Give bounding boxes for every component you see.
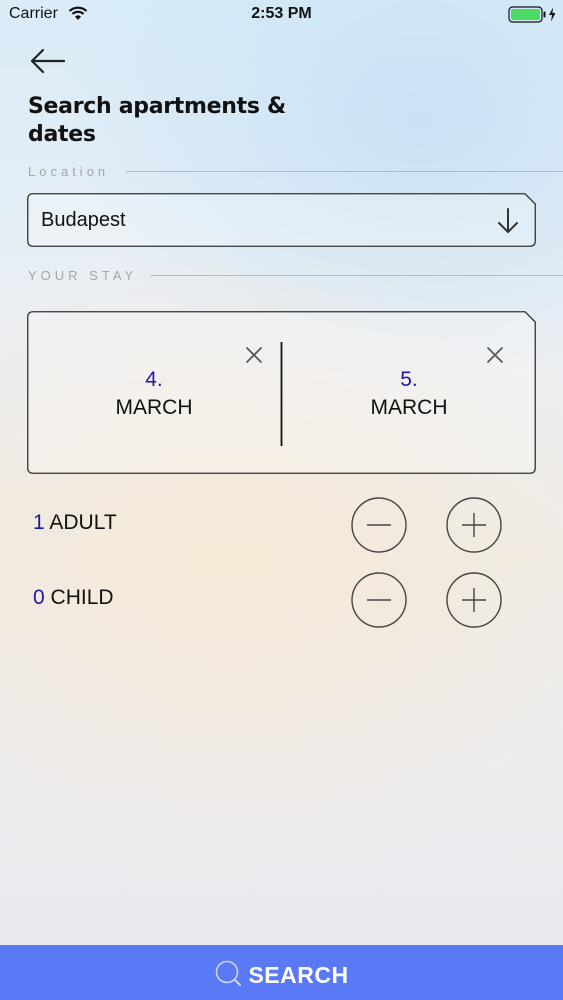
adult-decrement-button[interactable] — [351, 497, 407, 553]
location-divider — [126, 171, 563, 172]
adult-counter-label: 1 ADULT — [33, 511, 117, 535]
child-count: 0 — [33, 586, 45, 609]
child-counter-label: 0 CHILD — [33, 586, 114, 610]
adult-count: 1 — [33, 511, 45, 534]
check-in-month: MARCH — [115, 396, 193, 419]
status-bar: Carrier 2:53 PM — [0, 0, 563, 30]
location-section-label: Location — [28, 164, 110, 179]
check-out-month: MARCH — [370, 396, 448, 419]
clock: 2:53 PM — [251, 5, 312, 22]
clear-check-in-button[interactable] — [242, 343, 266, 367]
check-out-day: 5. — [400, 368, 418, 391]
close-icon — [246, 347, 262, 363]
adult-increment-button[interactable] — [446, 497, 502, 553]
child-counter: 0 CHILD — [33, 572, 533, 628]
adult-counter: 1 ADULT — [33, 497, 533, 553]
check-out-date[interactable]: 5. MARCH — [282, 311, 536, 474]
stay-section-label: YOUR STAY — [28, 268, 138, 283]
plus-icon — [446, 497, 502, 553]
close-icon — [487, 347, 503, 363]
date-range-picker: 4. MARCH 5. MARCH — [27, 311, 536, 474]
clear-check-out-button[interactable] — [483, 343, 507, 367]
child-decrement-button[interactable] — [351, 572, 407, 628]
page-title: Search apartments & dates — [28, 94, 286, 147]
location-select[interactable]: Budapest — [27, 193, 536, 247]
adult-label: ADULT — [49, 511, 117, 534]
arrow-left-icon — [30, 48, 66, 74]
search-button-label: SEARCH — [248, 962, 349, 988]
stay-divider — [150, 275, 563, 276]
location-value: Budapest — [41, 209, 126, 231]
back-button[interactable] — [28, 46, 68, 76]
minus-icon — [351, 572, 407, 628]
search-button[interactable]: SEARCH — [0, 945, 563, 1000]
battery-icon — [508, 6, 558, 28]
minus-icon — [351, 497, 407, 553]
child-label: CHILD — [50, 586, 114, 609]
arrow-down-icon — [498, 208, 518, 233]
plus-icon — [446, 572, 502, 628]
check-in-day: 4. — [145, 368, 163, 391]
search-icon — [214, 959, 242, 993]
check-in-date[interactable]: 4. MARCH — [27, 311, 281, 474]
search-button-content: SEARCH — [0, 959, 563, 993]
child-increment-button[interactable] — [446, 572, 502, 628]
